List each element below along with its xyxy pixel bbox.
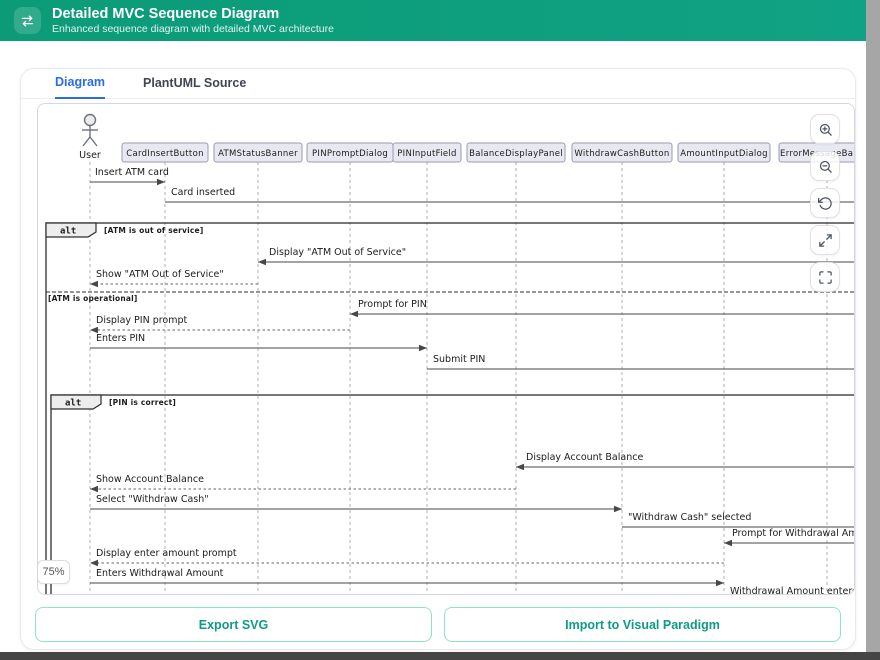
svg-text:Display enter amount prompt: Display enter amount prompt — [96, 548, 237, 559]
participant-PINPromptDialog: PINPromptDialog — [307, 143, 393, 162]
message: Show "ATM Out of Service" — [90, 269, 258, 287]
page-subtitle: Enhanced sequence diagram with detailed … — [52, 23, 334, 36]
svg-text:Show Account Balance: Show Account Balance — [96, 474, 204, 485]
svg-text:Insert ATM card: Insert ATM card — [95, 167, 169, 178]
message: Display PIN prompt — [90, 315, 350, 333]
message: Card inserted — [165, 187, 855, 202]
fit-view-button[interactable] — [810, 225, 840, 255]
tab-plantuml-source[interactable]: PlantUML Source — [143, 76, 246, 98]
zoom-out-button[interactable] — [810, 151, 840, 181]
message: Prompt for PIN — [350, 299, 855, 317]
svg-text:Display "ATM Out of Service": Display "ATM Out of Service" — [269, 247, 406, 258]
swap-arrows-icon — [14, 7, 41, 34]
svg-text:AmountInputDialog: AmountInputDialog — [680, 149, 768, 159]
message: Display "ATM Out of Service" — [258, 247, 855, 265]
participant-BalanceDisplayPanel: BalanceDisplayPanel — [467, 143, 565, 162]
message: Prompt for Withdrawal Amount — [724, 528, 855, 546]
page-header: Detailed MVC Sequence Diagram Enhanced s… — [0, 0, 866, 41]
svg-text:Submit PIN: Submit PIN — [433, 354, 485, 365]
participant-ATMStatusBanner: ATMStatusBanner — [214, 143, 302, 162]
svg-text:Prompt for PIN: Prompt for PIN — [358, 299, 427, 310]
tab-bar: Diagram PlantUML Source — [21, 69, 855, 99]
svg-text:Card inserted: Card inserted — [171, 187, 235, 198]
svg-text:CardInsertButton: CardInsertButton — [126, 149, 204, 159]
svg-text:alt: alt — [65, 399, 81, 409]
diagram-viewport[interactable]: [ATM is operational] Insert ATM cardCard … — [37, 103, 855, 595]
expand-icon — [818, 233, 833, 248]
zoom-in-icon — [818, 122, 833, 137]
svg-text:Enters Withdrawal Amount: Enters Withdrawal Amount — [96, 568, 224, 579]
svg-text:Display PIN prompt: Display PIN prompt — [96, 315, 188, 326]
svg-text:WithdrawCashButton: WithdrawCashButton — [574, 149, 669, 159]
participant-WithdrawCashButton: WithdrawCashButton — [572, 143, 672, 162]
zoom-level-badge: 75% — [37, 560, 70, 584]
svg-text:Display Account Balance: Display Account Balance — [526, 452, 643, 463]
svg-text:Show "ATM Out of Service": Show "ATM Out of Service" — [96, 269, 224, 280]
fullscreen-icon — [818, 270, 833, 285]
message: Insert ATM card — [90, 167, 169, 185]
svg-text:User: User — [79, 150, 101, 161]
window-scrollbar[interactable] — [866, 0, 880, 652]
message: Select "Withdraw Cash" — [90, 494, 622, 512]
window-bottom-edge — [0, 652, 880, 660]
zoom-controls — [810, 114, 840, 292]
message: "Withdraw Cash" selected — [622, 512, 855, 527]
diagram-card: Diagram PlantUML Source [ATM is operatio… — [20, 68, 856, 650]
svg-text:Withdrawal Amount entered: Withdrawal Amount entered — [730, 586, 855, 595]
export-svg-button[interactable]: Export SVG — [35, 607, 432, 642]
svg-text:PINPromptDialog: PINPromptDialog — [312, 149, 388, 159]
participant-AmountInputDialog: AmountInputDialog — [678, 143, 770, 162]
svg-text:Select "Withdraw Cash": Select "Withdraw Cash" — [96, 494, 209, 505]
message: Enters Withdrawal Amount — [90, 568, 724, 586]
svg-text:Prompt for Withdrawal Amount: Prompt for Withdrawal Amount — [732, 528, 855, 539]
message: Withdrawal Amount entered — [724, 586, 855, 595]
reset-view-button[interactable] — [810, 188, 840, 218]
sequence-diagram: [ATM is operational] Insert ATM cardCard … — [38, 104, 855, 595]
participant-CardInsertButton: CardInsertButton — [122, 143, 208, 162]
zoom-out-icon — [818, 159, 833, 174]
svg-text:alt: alt — [60, 227, 76, 237]
message: Show Account Balance — [90, 474, 516, 492]
message: Display Account Balance — [516, 452, 855, 470]
svg-text:[PIN is correct]: [PIN is correct] — [109, 398, 176, 407]
fullscreen-button[interactable] — [810, 262, 840, 292]
actor-user: User — [79, 115, 101, 162]
svg-text:ATMStatusBanner: ATMStatusBanner — [218, 149, 298, 159]
participant-PINInputField: PINInputField — [393, 143, 461, 162]
reset-view-icon — [818, 196, 833, 211]
svg-text:[ATM is out of service]: [ATM is out of service] — [104, 226, 203, 235]
svg-text:BalanceDisplayPanel: BalanceDisplayPanel — [469, 149, 563, 159]
alt-frame-label-1: alt [ATM is out of service] — [46, 223, 203, 237]
alt-frame-label-2: alt [PIN is correct] — [51, 395, 176, 409]
svg-text:PINInputField: PINInputField — [397, 149, 457, 159]
message: Display enter amount prompt — [90, 548, 724, 566]
zoom-in-button[interactable] — [810, 114, 840, 144]
svg-text:[ATM is operational]: [ATM is operational] — [48, 294, 138, 303]
svg-text:"Withdraw Cash" selected: "Withdraw Cash" selected — [628, 512, 751, 523]
footer-actions: Export SVG Import to Visual Paradigm — [35, 607, 841, 642]
svg-text:Enters PIN: Enters PIN — [96, 333, 145, 344]
import-visual-paradigm-button[interactable]: Import to Visual Paradigm — [444, 607, 841, 642]
tab-diagram[interactable]: Diagram — [55, 75, 105, 99]
page-title: Detailed MVC Sequence Diagram — [52, 5, 334, 24]
message: Submit PIN — [427, 354, 855, 369]
